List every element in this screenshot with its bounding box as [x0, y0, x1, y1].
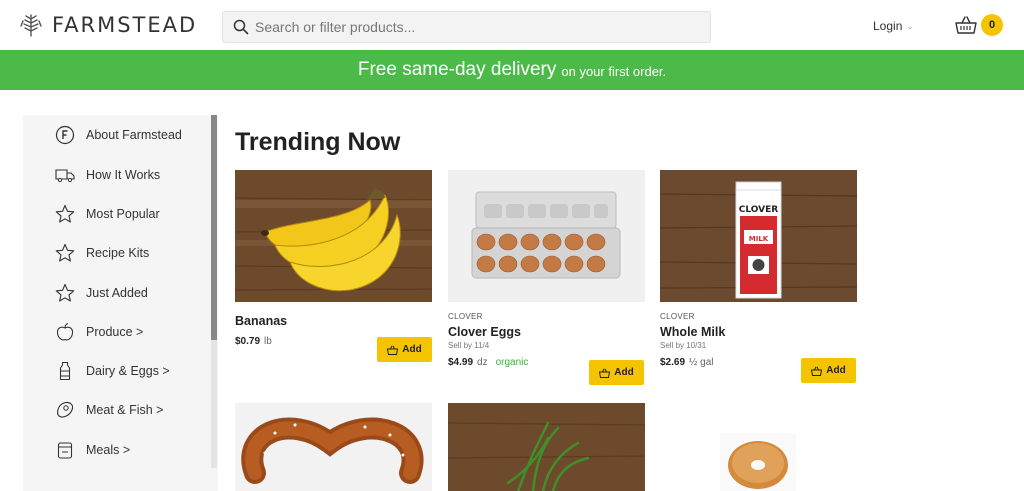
promo-main-text: Free same-day delivery — [357, 59, 557, 80]
search-input[interactable] — [255, 19, 695, 35]
product-card-bananas[interactable]: Bananas $0.79 lb — [235, 170, 432, 347]
logo[interactable]: FARMSTEAD — [18, 10, 197, 40]
product-brand: CLOVER — [448, 312, 483, 321]
sidebar-item-label: Recipe Kits — [86, 246, 150, 260]
eggs-carton-image — [448, 170, 645, 302]
product-card-bagel[interactable] — [720, 433, 796, 491]
sidebar-item-recipe-kits[interactable]: Recipe Kits — [55, 243, 149, 263]
star-icon — [55, 204, 75, 223]
bagel-image — [720, 433, 796, 491]
add-to-cart-button[interactable]: Add — [801, 358, 856, 383]
cart-count-badge: 0 — [981, 14, 1003, 36]
price-value: $4.99 — [448, 357, 474, 368]
svg-text:CLOVER: CLOVER — [739, 205, 779, 215]
login-label: Login — [873, 19, 903, 33]
product-image-eggs[interactable] — [448, 170, 645, 302]
sidebar-scrollbar-track[interactable] — [211, 340, 217, 468]
truck-icon — [55, 169, 75, 183]
search-bar[interactable] — [222, 11, 711, 43]
sidebar-item-dairy-eggs[interactable]: Dairy & Eggs > — [55, 361, 170, 381]
sidebar-item-label: Dairy & Eggs > — [86, 364, 170, 378]
basket-icon — [599, 368, 611, 378]
sidebar-item-meals[interactable]: Meals > — [55, 440, 130, 460]
pretzel-image — [235, 403, 432, 491]
promo-banner: Free same-day delivery on your first ord… — [0, 50, 1024, 90]
product-name[interactable]: Bananas — [235, 314, 432, 328]
price-unit: ½ gal — [689, 357, 714, 368]
add-button-label: Add — [614, 367, 634, 378]
product-card-pretzel[interactable] — [235, 403, 432, 491]
sidebar-scrollbar-thumb[interactable] — [211, 115, 217, 340]
steak-icon — [57, 401, 74, 418]
add-button-label: Add — [826, 365, 846, 376]
bananas-image — [235, 170, 432, 302]
sell-by-date: Sell by 10/31 — [660, 341, 707, 350]
section-title: Trending Now — [235, 128, 401, 156]
green-beans-image — [448, 403, 645, 491]
product-card-clover-eggs[interactable]: CLOVER Clover Eggs Sell by 11/4 $4.99 dz o… — [448, 170, 645, 368]
product-name[interactable]: Whole Milk — [660, 325, 857, 339]
product-image-bananas[interactable] — [235, 170, 432, 302]
sell-by-date: Sell by 11/4 — [448, 341, 490, 350]
add-to-cart-button[interactable]: Add — [377, 337, 432, 362]
sidebar-item-label: Produce > — [86, 325, 144, 339]
sidebar-item-most-popular[interactable]: Most Popular — [55, 204, 160, 224]
organic-tag: organic — [495, 357, 529, 368]
top-header: FARMSTEAD Login ⌄ 0 — [0, 0, 1024, 50]
product-image-milk[interactable]: CLOVER MILK — [660, 170, 857, 302]
price-unit: lb — [264, 336, 272, 347]
product-card-whole-milk[interactable]: CLOVER MILK CLOVER Whole Milk Sell by 10… — [660, 170, 857, 368]
sidebar-item-about[interactable]: About Farmstead — [55, 125, 182, 145]
sidebar-item-label: Meals > — [86, 443, 131, 457]
add-to-cart-button[interactable]: Add — [589, 360, 644, 385]
sidebar-item-label: How It Works — [86, 168, 161, 182]
sidebar-item-label: Most Popular — [86, 207, 160, 221]
svg-text:MILK: MILK — [749, 235, 769, 243]
farmstead-f-icon — [55, 125, 75, 145]
price-unit: dz — [477, 357, 488, 368]
container-icon — [57, 442, 73, 459]
price-value: $2.69 — [660, 357, 686, 368]
promo-sub-text: on your first order. — [561, 64, 667, 79]
basket-icon — [387, 345, 399, 355]
milk-bottle-icon — [59, 361, 71, 381]
sidebar-item-meat-fish[interactable]: Meat & Fish > — [55, 400, 163, 420]
add-button-label: Add — [402, 344, 422, 355]
product-image-pretzel[interactable] — [235, 403, 432, 491]
product-brand: CLOVER — [660, 312, 695, 321]
logo-text: FARMSTEAD — [52, 13, 198, 37]
sidebar-item-produce[interactable]: Produce > — [55, 322, 143, 342]
product-name[interactable]: Clover Eggs — [448, 325, 645, 339]
sidebar-item-label: Just Added — [86, 286, 148, 300]
apple-icon — [56, 322, 74, 341]
price-value: $0.79 — [235, 336, 261, 347]
sidebar-item-label: About Farmstead — [86, 128, 182, 142]
milk-carton-image: CLOVER MILK — [660, 170, 857, 302]
chevron-down-icon: ⌄ — [906, 20, 914, 31]
star-icon — [55, 283, 75, 302]
sidebar-item-how-it-works[interactable]: How It Works — [55, 165, 160, 185]
star-icon — [55, 243, 75, 262]
sidebar-item-just-added[interactable]: Just Added — [55, 283, 148, 303]
search-icon — [233, 19, 249, 35]
product-image-bagel[interactable] — [720, 433, 796, 491]
product-card-green-beans[interactable] — [448, 403, 645, 491]
login-menu[interactable]: Login ⌄ — [873, 19, 914, 33]
basket-icon — [811, 366, 823, 376]
product-image-green-beans[interactable] — [448, 403, 645, 491]
sidebar-item-label: Meat & Fish > — [86, 403, 164, 417]
basket-icon — [955, 16, 977, 34]
wheat-logo-icon — [20, 14, 42, 37]
cart-button[interactable]: 0 — [955, 14, 1003, 36]
